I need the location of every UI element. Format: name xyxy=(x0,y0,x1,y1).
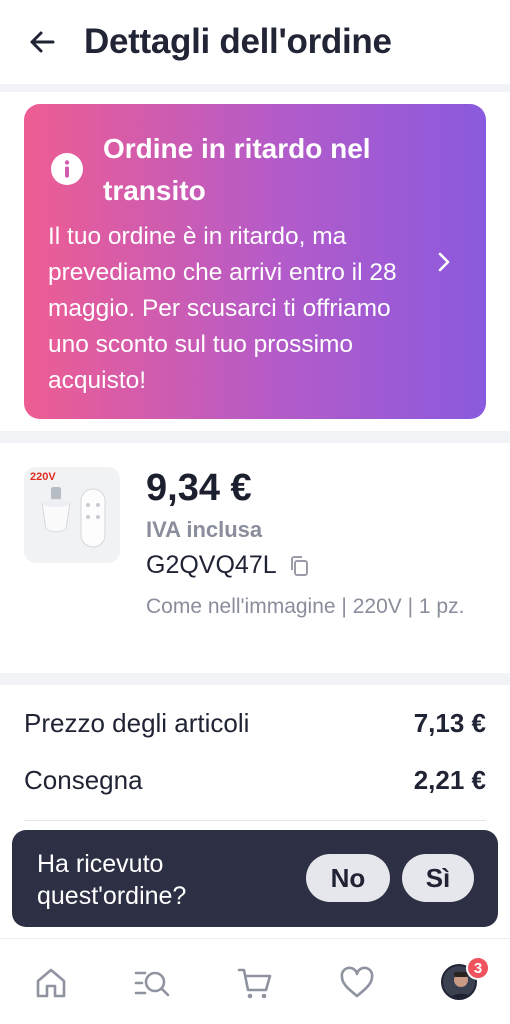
nav-wishlist[interactable] xyxy=(337,963,377,1003)
home-icon xyxy=(36,968,66,998)
divider xyxy=(24,820,486,821)
delivery-label: Consegna xyxy=(24,765,143,795)
cart-icon xyxy=(237,968,272,999)
nav-cart[interactable] xyxy=(235,963,275,1003)
header: Dettagli dell'ordine xyxy=(0,0,510,84)
search-list-icon xyxy=(134,971,170,997)
received-question: Ha ricevuto quest'ordine? xyxy=(37,850,187,910)
items-price-label: Prezzo degli articoli xyxy=(24,708,250,738)
bottom-nav: 3 xyxy=(0,938,510,1024)
delay-banner[interactable]: Ordine in ritardo nel transito Il tuo or… xyxy=(24,104,486,419)
sku-row: G2QVQ47L xyxy=(146,551,313,580)
received-prompt: Ha ricevuto quest'ordine? No Sì xyxy=(12,830,498,927)
info-icon xyxy=(51,153,83,185)
divider xyxy=(0,84,510,92)
arrow-left-icon xyxy=(30,31,55,53)
page-title: Dettagli dell'ordine xyxy=(84,22,392,61)
banner-message: Il tuo ordine è in ritardo, ma prevediam… xyxy=(48,223,397,394)
delivery-value: 2,21 € xyxy=(413,765,486,795)
nav-home[interactable] xyxy=(31,963,71,1003)
summary-delivery-row: Consegna 2,21 € xyxy=(24,765,486,796)
divider xyxy=(0,673,510,685)
no-button[interactable]: No xyxy=(306,854,390,902)
nav-search[interactable] xyxy=(132,963,172,1003)
back-button[interactable] xyxy=(12,12,72,72)
items-price-value: 7,13 € xyxy=(413,708,486,738)
copy-icon[interactable] xyxy=(287,553,313,579)
product-price: 9,34 € xyxy=(146,467,252,509)
product-variant: Come nell'immagine | 220V | 1 pz. xyxy=(146,595,465,618)
banner-title: Ordine in ritardo nel transito xyxy=(103,133,371,206)
product-image[interactable]: 220V xyxy=(24,467,120,563)
product-sku: G2QVQ47L xyxy=(146,551,277,579)
yes-button[interactable]: Sì xyxy=(402,854,474,902)
summary-items-row: Prezzo degli articoli 7,13 € xyxy=(24,708,486,739)
divider xyxy=(0,431,510,443)
notification-badge: 3 xyxy=(466,956,490,980)
bulb-socket-illustration xyxy=(41,487,106,548)
vat-note: IVA inclusa xyxy=(146,517,263,542)
chevron-right-icon xyxy=(438,252,450,272)
heart-icon xyxy=(340,966,374,998)
product-card: 220V 9,34 € IVA inclusa G2QVQ47L Come ne… xyxy=(0,443,510,673)
